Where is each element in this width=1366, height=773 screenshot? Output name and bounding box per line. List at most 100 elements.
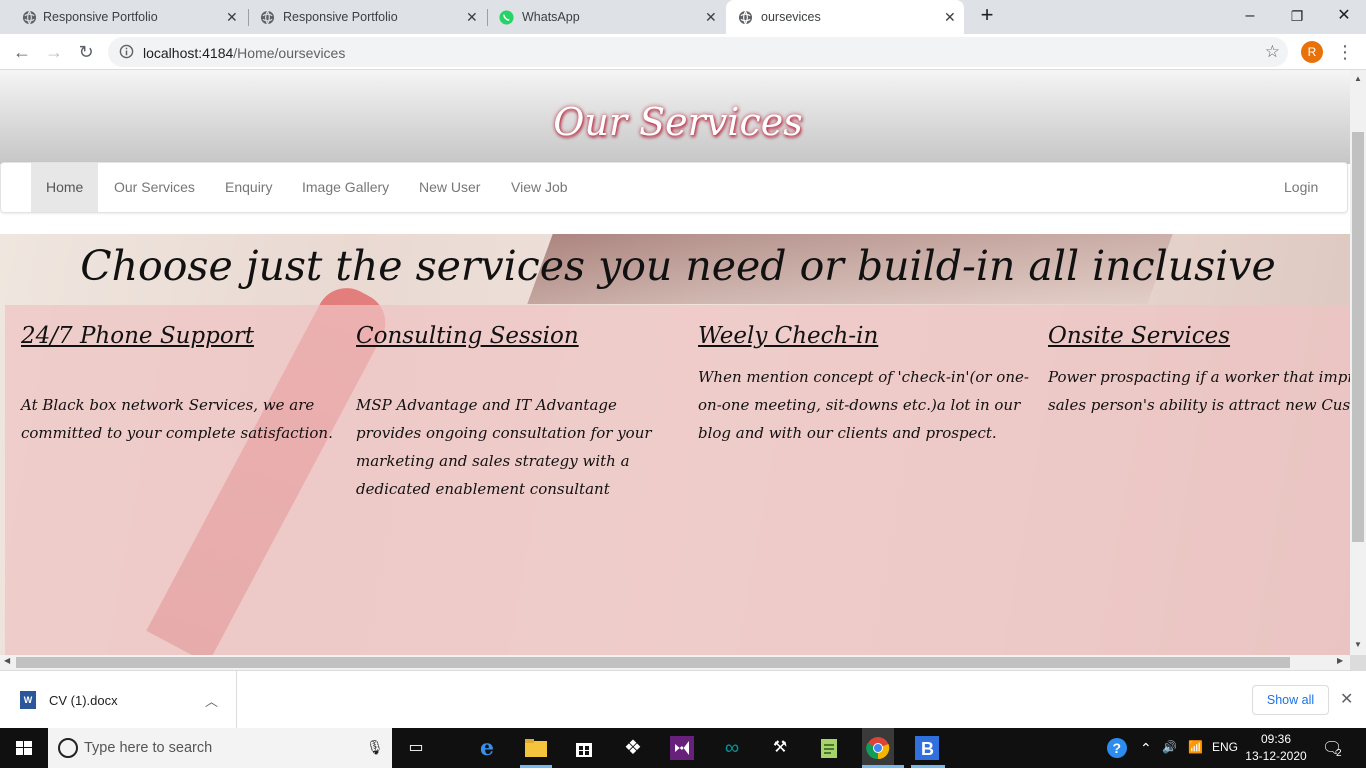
restore-button[interactable]: ❐: [1287, 6, 1307, 26]
chevron-up-icon[interactable]: ︿: [205, 691, 218, 710]
windows-logo-icon: [16, 741, 32, 755]
services-panel: 24/7 Phone Support At Black box network …: [5, 305, 1350, 655]
service-card: Consulting Session MSP Advantage and IT …: [356, 323, 652, 503]
horizontal-scrollbar[interactable]: ◀ ▶: [0, 655, 1350, 670]
language-indicator[interactable]: ENG: [1212, 740, 1238, 754]
tab-title: WhatsApp: [522, 10, 580, 24]
browser-menu-icon[interactable]: ⋮: [1336, 40, 1354, 64]
nav-our-services[interactable]: Our Services: [99, 163, 210, 212]
nav-home[interactable]: Home: [31, 163, 99, 212]
url-host: localhost:4184: [143, 45, 234, 61]
notepad-plus-icon[interactable]: [813, 734, 845, 762]
scrollbar-thumb[interactable]: [16, 657, 1290, 668]
search-icon: [58, 738, 78, 758]
service-title: Onsite Services: [1048, 323, 1231, 349]
notification-count: 2: [1336, 748, 1342, 759]
service-card: 24/7 Phone Support At Black box network …: [21, 323, 333, 447]
forward-button[interactable]: →: [44, 42, 64, 62]
minimize-button[interactable]: –: [1240, 6, 1260, 26]
tab-title: Responsive Portfolio: [43, 10, 158, 24]
download-file-name: CV (1).docx: [49, 693, 118, 708]
start-button[interactable]: [0, 728, 48, 768]
service-card: Weely Chech-in When mention concept of '…: [698, 323, 1029, 447]
blogger-b-icon[interactable]: B: [911, 734, 943, 762]
page-viewport: Our Services Home Our Services Enquiry I…: [0, 70, 1350, 655]
close-tab-icon[interactable]: ✕: [944, 9, 956, 25]
service-text-line: on-one meeting, sit-downs etc.)a lot in …: [698, 396, 1021, 414]
service-text-line: MSP Advantage and IT Advantage: [356, 396, 617, 414]
windows-taskbar: Type here to search 🎙 ▭ e ❖ ∞ ⚒ B ? ⌃ 🔊 …: [0, 728, 1366, 768]
new-tab-button[interactable]: +: [977, 4, 997, 26]
store-icon[interactable]: [568, 734, 600, 762]
task-view-icon[interactable]: ▭: [400, 734, 432, 762]
nav-enquiry[interactable]: Enquiry: [210, 163, 287, 212]
service-text-line: provides ongoing consultation for your: [356, 424, 652, 442]
service-text-line: committed to your complete satisfaction.: [21, 424, 333, 442]
close-tab-icon[interactable]: ✕: [226, 9, 238, 25]
service-text-line: blog and with our clients and prospect.: [698, 424, 997, 442]
service-card: Onsite Services Power prospacting if a w…: [1048, 323, 1350, 419]
chevron-up-icon[interactable]: ⌃: [1140, 740, 1152, 757]
show-all-button[interactable]: Show all: [1252, 685, 1329, 715]
svg-text:?: ?: [1113, 740, 1122, 756]
word-document-icon: W: [20, 691, 36, 709]
clock-time[interactable]: 09:36: [1251, 732, 1301, 746]
tab-2[interactable]: Responsive Portfolio ✕: [248, 0, 486, 34]
scroll-right-arrow-icon[interactable]: ▶: [1337, 656, 1343, 665]
close-download-bar-icon[interactable]: ✕: [1340, 689, 1353, 709]
taskbar-search-box[interactable]: Type here to search 🎙: [48, 728, 392, 768]
service-text-line: dedicated enablement consultant: [356, 480, 610, 498]
scroll-down-arrow-icon[interactable]: ▼: [1354, 640, 1362, 649]
service-title: Consulting Session: [356, 323, 579, 349]
services-hero: Choose just the services you need or bui…: [0, 234, 1350, 655]
tab-4-active[interactable]: oursevices ✕: [726, 0, 964, 34]
microphone-icon[interactable]: 🎙: [366, 739, 384, 756]
globe-icon: [260, 10, 275, 25]
site-title: Our Services: [553, 100, 803, 144]
service-text-line: marketing and sales strategy with a: [356, 452, 630, 470]
nav-new-user[interactable]: New User: [404, 163, 495, 212]
scrollbar-thumb[interactable]: [1352, 132, 1364, 542]
back-button[interactable]: ←: [12, 42, 32, 62]
help-icon[interactable]: ?: [1106, 737, 1128, 762]
tab-3[interactable]: WhatsApp ✕: [487, 0, 725, 34]
service-text-line: Power prospacting if a worker that impro…: [1048, 368, 1350, 386]
profile-avatar[interactable]: R: [1301, 41, 1323, 63]
visual-studio-icon[interactable]: [666, 734, 698, 762]
scroll-left-arrow-icon[interactable]: ◀: [4, 656, 10, 665]
edge-icon[interactable]: e: [471, 734, 503, 762]
service-title: Weely Chech-in: [698, 323, 879, 349]
close-tab-icon[interactable]: ✕: [466, 9, 478, 25]
arduino-icon[interactable]: ∞: [716, 734, 748, 762]
vertical-scrollbar[interactable]: ▲ ▼: [1350, 70, 1366, 655]
scroll-up-arrow-icon[interactable]: ▲: [1354, 74, 1362, 83]
clock-date[interactable]: 13-12-2020: [1240, 749, 1312, 763]
browser-toolbar: ← → ↻ localhost:4184/Home/oursevices ☆: [0, 34, 1366, 70]
dropbox-icon[interactable]: ❖: [617, 734, 649, 762]
svg-text:B: B: [921, 739, 934, 759]
chrome-icon[interactable]: [862, 728, 894, 768]
close-window-button[interactable]: ✕: [1334, 6, 1354, 26]
file-explorer-icon[interactable]: [520, 734, 552, 762]
download-item[interactable]: W CV (1).docx ︿: [0, 671, 237, 728]
scrollbar-corner: [1350, 655, 1366, 670]
bookmark-star-icon[interactable]: ☆: [1265, 42, 1280, 62]
globe-icon: [738, 10, 753, 25]
nav-login[interactable]: Login: [1269, 163, 1333, 212]
close-tab-icon[interactable]: ✕: [705, 9, 717, 25]
service-text-line: [21, 363, 333, 391]
globe-icon: [22, 10, 37, 25]
wifi-icon[interactable]: 📶: [1188, 740, 1203, 754]
volume-icon[interactable]: 🔊: [1162, 740, 1177, 754]
info-icon[interactable]: [119, 44, 134, 59]
download-bar: W CV (1).docx ︿ Show all ✕: [0, 670, 1366, 728]
nav-image-gallery[interactable]: Image Gallery: [287, 163, 404, 212]
nav-view-job[interactable]: View Job: [496, 163, 583, 212]
tab-title: oursevices: [761, 10, 821, 24]
tab-1[interactable]: Responsive Portfolio ✕: [0, 0, 246, 34]
site-header: Our Services: [0, 70, 1350, 164]
address-bar[interactable]: localhost:4184/Home/oursevices ☆: [108, 37, 1288, 67]
reload-button[interactable]: ↻: [76, 42, 96, 62]
tools-app-icon[interactable]: ⚒: [764, 734, 796, 762]
tab-strip: Responsive Portfolio ✕ Responsive Portfo…: [0, 0, 1366, 34]
